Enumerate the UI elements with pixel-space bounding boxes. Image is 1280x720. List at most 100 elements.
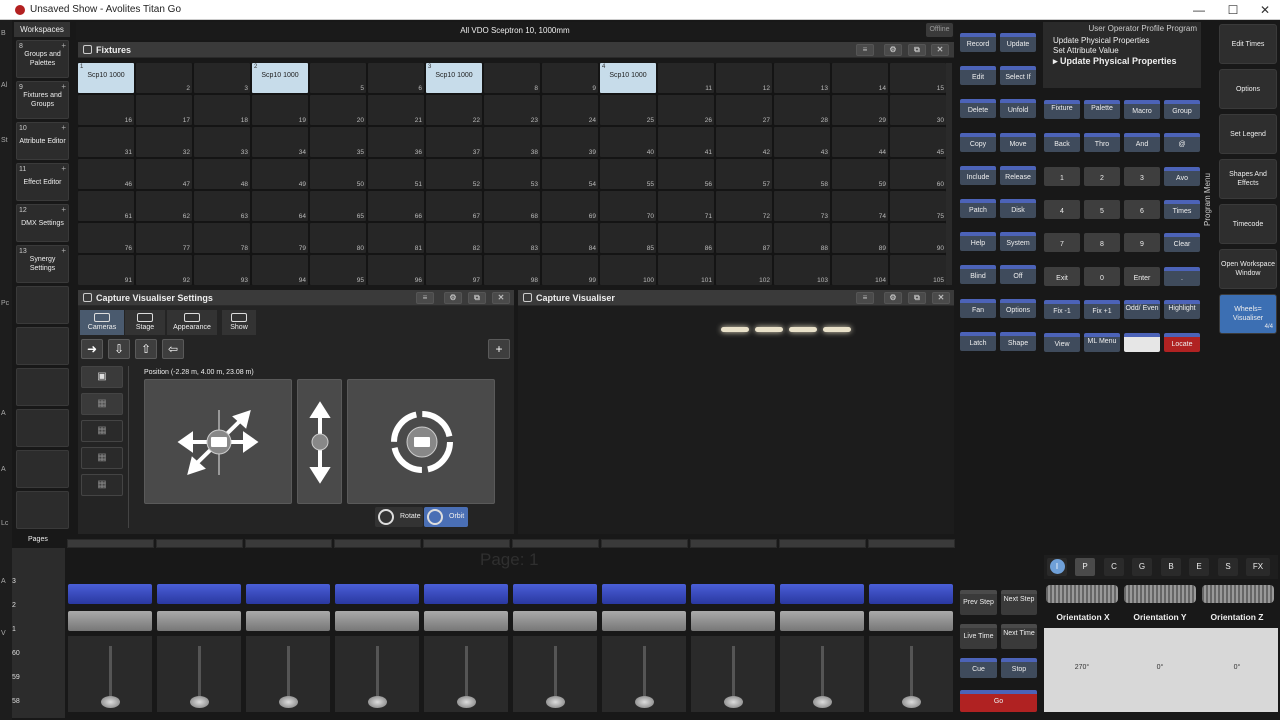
options-button[interactable]: Options — [1219, 69, 1277, 109]
fader-knob[interactable] — [813, 696, 832, 708]
fixture-cell[interactable]: 76 — [78, 223, 134, 253]
move-button[interactable]: Move — [1000, 132, 1036, 152]
key-9[interactable]: 9 — [1124, 233, 1160, 253]
fixture-cell[interactable]: 4 Scp10 1000 — [600, 63, 656, 93]
attr-tab-position[interactable]: P — [1075, 558, 1095, 576]
fixture-cell[interactable]: 78 — [194, 223, 250, 253]
close-icon[interactable]: ✕ — [492, 292, 510, 304]
fixture-cell[interactable]: 54 — [542, 159, 598, 189]
playback-fader[interactable] — [246, 584, 332, 712]
fader-knob[interactable] — [279, 696, 298, 708]
key-7[interactable]: 7 — [1044, 233, 1080, 253]
playback-flash-button[interactable] — [602, 611, 686, 631]
fixture-cell[interactable]: 84 — [542, 223, 598, 253]
menu-icon[interactable]: ≡ — [856, 44, 874, 56]
release-button[interactable]: Release — [1000, 165, 1036, 185]
fixture-cell[interactable]: 80 — [310, 223, 366, 253]
playback-fader[interactable] — [513, 584, 599, 712]
fixture-cell[interactable]: 65 — [310, 191, 366, 221]
page-tab[interactable] — [156, 539, 243, 548]
page-tab[interactable] — [512, 539, 599, 548]
fixture-cell[interactable]: 81 — [368, 223, 424, 253]
fixture-cell[interactable]: 39 — [542, 127, 598, 157]
undock-icon[interactable]: ⧉ — [908, 292, 926, 304]
orbit-button[interactable]: Orbit — [424, 507, 468, 527]
fixture-cell[interactable]: 5 — [310, 63, 366, 93]
key-palette[interactable]: Palette — [1084, 100, 1120, 119]
workspace-empty-slot[interactable] — [16, 409, 69, 447]
page-tab[interactable] — [245, 539, 332, 548]
fixture-cell[interactable]: 41 — [658, 127, 714, 157]
tab-cameras[interactable]: Cameras — [80, 310, 124, 335]
fixture-cell[interactable]: 6 — [368, 63, 424, 93]
key-and[interactable]: And — [1124, 133, 1160, 153]
camera-slot-icon[interactable]: ▦ — [81, 420, 123, 442]
key-ml-menu[interactable]: ML Menu — [1084, 333, 1120, 353]
gear-icon[interactable]: ⚙ — [884, 292, 902, 304]
key-5[interactable]: 5 — [1084, 199, 1120, 219]
fader-knob[interactable] — [190, 696, 209, 708]
live-time-button[interactable]: Live Time — [960, 624, 997, 649]
key-blank[interactable] — [1124, 333, 1160, 353]
page-tab[interactable] — [779, 539, 866, 548]
fixture-cell[interactable]: 45 — [890, 127, 946, 157]
fixture-cell[interactable]: 35 — [310, 127, 366, 157]
fixture-cell[interactable]: 2 — [136, 63, 192, 93]
fixture-cell[interactable]: 83 — [484, 223, 540, 253]
close-button[interactable]: ✕ — [1249, 0, 1280, 20]
fixture-cell[interactable]: 97 — [426, 255, 482, 285]
fader-knob[interactable] — [101, 696, 120, 708]
tab-stage[interactable]: Stage — [125, 310, 165, 335]
undock-icon[interactable]: ⧉ — [908, 44, 926, 56]
select-if-button[interactable]: Select If — [1000, 66, 1036, 86]
playback-fader[interactable] — [335, 584, 421, 712]
fixture-cell[interactable]: 32 — [136, 127, 192, 157]
fixture-cell[interactable]: 3 Scp10 1000 — [426, 63, 482, 93]
fixtures-scrollbar[interactable] — [946, 63, 952, 285]
fixture-cell[interactable]: 49 — [252, 159, 308, 189]
fixture-cell[interactable]: 67 — [426, 191, 482, 221]
workspace-fixtures-groups[interactable]: 9 + Fixtures and Groups — [16, 81, 69, 119]
fixture-cell[interactable]: 9 — [542, 63, 598, 93]
page-tab[interactable] — [423, 539, 510, 548]
move-down-icon[interactable]: ⇩ — [108, 339, 130, 359]
playback-swop-button[interactable] — [335, 584, 419, 604]
next-time-button[interactable]: Next Time — [1001, 624, 1037, 649]
fixture-cell[interactable]: 62 — [136, 191, 192, 221]
fixture-cell[interactable]: 20 — [310, 95, 366, 125]
fixture-cell[interactable]: 95 — [310, 255, 366, 285]
fixture-cell[interactable]: 86 — [658, 223, 714, 253]
key-fix-1[interactable]: Fix -1 — [1044, 299, 1080, 319]
close-icon[interactable]: ✕ — [931, 44, 949, 56]
orbit-pad[interactable] — [347, 379, 495, 504]
camera-slot-icon[interactable]: ▦ — [81, 393, 123, 415]
playback-swop-button[interactable] — [157, 584, 241, 604]
fixture-cell[interactable]: 56 — [658, 159, 714, 189]
program-menu-line[interactable]: ▸ Update Physical Properties — [1053, 56, 1177, 67]
fader-knob[interactable] — [724, 696, 743, 708]
fixture-cell[interactable]: 66 — [368, 191, 424, 221]
fixture-cell[interactable]: 98 — [484, 255, 540, 285]
fixture-cell[interactable]: 34 — [252, 127, 308, 157]
camera-slot-icon[interactable]: ▦ — [81, 474, 123, 496]
playback-fader[interactable] — [424, 584, 510, 712]
playback-swop-button[interactable] — [68, 584, 152, 604]
fixture-cell[interactable]: 100 — [600, 255, 656, 285]
fixture-cell[interactable]: 23 — [484, 95, 540, 125]
zoom-pad[interactable] — [297, 379, 342, 504]
timecode-button[interactable]: Timecode — [1219, 204, 1277, 244]
attr-tab-intensity[interactable]: I — [1047, 558, 1067, 576]
set-legend-button[interactable]: Set Legend — [1219, 114, 1277, 154]
key-clear[interactable]: Clear — [1164, 233, 1200, 253]
workspace-empty-slot[interactable] — [16, 450, 69, 488]
key-group[interactable]: Group — [1164, 100, 1200, 119]
playback-fader[interactable] — [68, 584, 154, 712]
fixture-cell[interactable]: 82 — [426, 223, 482, 253]
playback-fader[interactable] — [602, 584, 688, 712]
fixture-cell[interactable]: 96 — [368, 255, 424, 285]
playback-flash-button[interactable] — [869, 611, 953, 631]
page-tab[interactable] — [67, 539, 154, 548]
go-button[interactable]: Go — [960, 690, 1037, 712]
disk-button[interactable]: Disk — [1000, 199, 1036, 218]
camera-slot-icon[interactable]: ▦ — [81, 447, 123, 469]
